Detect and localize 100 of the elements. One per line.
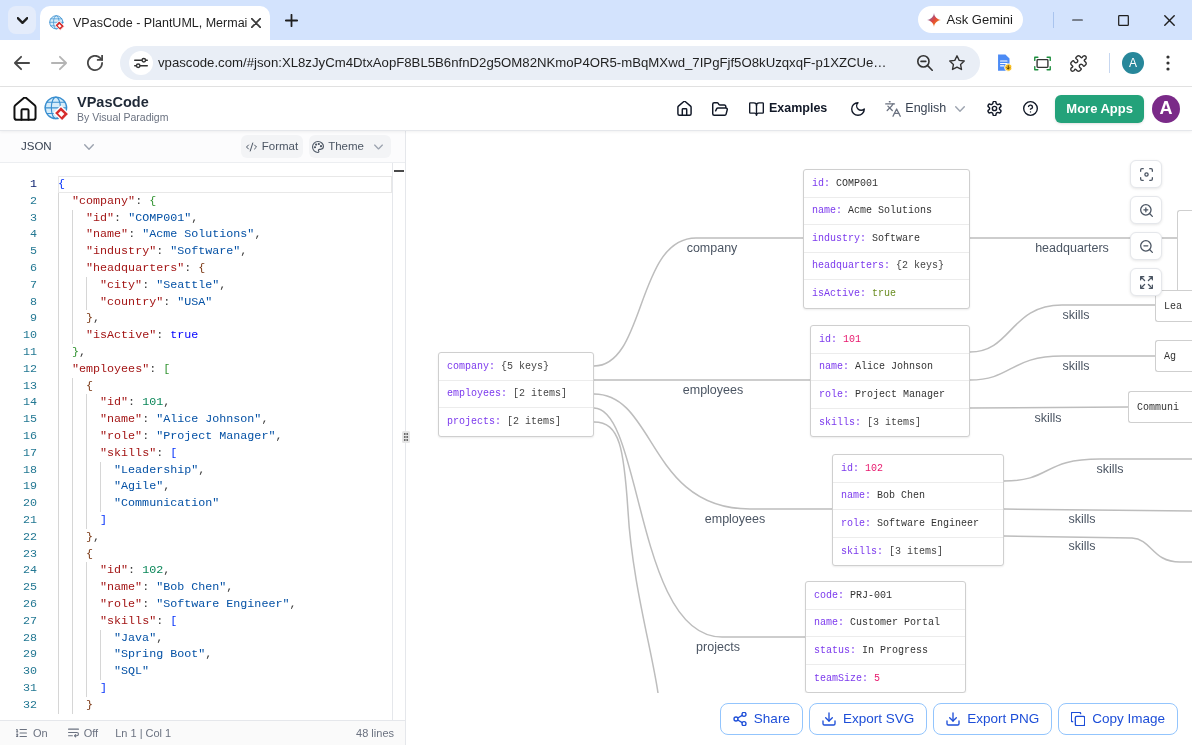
value-node: Lea	[1155, 290, 1192, 322]
line-count: 48 lines	[356, 725, 394, 741]
node-field: code: PRJ-001	[806, 582, 965, 610]
close-icon[interactable]	[1163, 14, 1175, 26]
minimize-icon[interactable]	[1071, 19, 1083, 21]
line-number: 7	[30, 276, 37, 294]
home-icon[interactable]	[676, 101, 692, 116]
node-field: name: Customer Portal	[806, 609, 965, 637]
node-field: isActive: true	[804, 280, 969, 308]
ask-gemini-button[interactable]: Ask Gemini	[917, 6, 1023, 33]
screen-capture-icon[interactable]	[1034, 55, 1051, 71]
chevron-down-icon	[16, 16, 28, 24]
wrap-icon	[67, 728, 79, 738]
book-icon	[748, 101, 764, 116]
line-number: 5	[30, 243, 37, 260]
format-button[interactable]: Format	[240, 135, 304, 158]
code-line: {	[58, 377, 392, 395]
node-field: industry: Software	[804, 225, 969, 253]
line-numbers-toggle[interactable]: On	[16, 724, 48, 742]
document-icon[interactable]	[997, 54, 1013, 72]
edge-label: headquarters	[1035, 239, 1109, 257]
edge-label: employees	[682, 381, 744, 399]
maximize-icon[interactable]	[1117, 14, 1129, 26]
code-line: "skills": [	[58, 612, 392, 630]
line-number: 20	[22, 495, 37, 512]
zoom-out-button[interactable]	[1130, 232, 1162, 260]
line-number: 3	[30, 209, 37, 227]
copy-image-button[interactable]: Copy Image	[1058, 703, 1178, 735]
node-field: name: Acme Solutions	[804, 197, 969, 225]
help-icon[interactable]	[1023, 101, 1039, 116]
reload-icon[interactable]	[87, 55, 103, 71]
cursor-marker-icon	[394, 170, 404, 172]
line-number: 4	[30, 226, 37, 244]
user-avatar[interactable]: A	[1152, 94, 1180, 123]
node-field: skills: [3 items]	[833, 537, 1003, 565]
code-line: }	[58, 696, 392, 714]
code-line: "Spring Boot",	[58, 646, 392, 664]
word-wrap-toggle[interactable]: Off	[67, 724, 99, 742]
code-line: "role": "Project Manager",	[58, 427, 392, 445]
share-button[interactable]: Share	[719, 703, 803, 735]
code-line: "company": {	[58, 192, 392, 210]
line-number: 11	[22, 343, 37, 361]
chevron-down-icon	[374, 143, 383, 150]
code-line: "name": "Acme Solutions",	[58, 226, 392, 244]
node-field: headquarters: {2 keys}	[804, 252, 969, 280]
star-icon[interactable]	[949, 55, 965, 71]
export-svg-button[interactable]: Export SVG	[808, 703, 928, 735]
line-number: 30	[22, 663, 37, 680]
download-icon	[946, 712, 961, 726]
line-number: 8	[30, 293, 37, 311]
plus-icon[interactable]	[285, 14, 298, 27]
line-number: 26	[22, 595, 37, 613]
line-number: 25	[22, 579, 37, 596]
node-field: projects: [2 items]	[439, 408, 593, 436]
language-select[interactable]: English	[885, 99, 966, 118]
settings-icon[interactable]	[987, 101, 1003, 116]
line-number: 9	[30, 310, 37, 328]
folder-icon[interactable]	[711, 101, 728, 116]
line-number: 13	[22, 377, 37, 395]
line-number: 28	[22, 629, 37, 647]
sparkle-icon	[926, 12, 941, 27]
value-node: Communi	[1128, 391, 1192, 423]
address-bar[interactable]: vpascode.com/#json:XL8zJyCm4DtxAopF8BL5B6nfnD2g5OM82NKmoP4OR5-mBqMXwd_7IPgFjf5O8kUzqxqF-p1XZCUe…	[120, 46, 980, 80]
code-line: "id": 101,	[58, 394, 392, 412]
app-title: VPasCode	[77, 93, 150, 111]
magnifier-icon[interactable]	[917, 55, 933, 71]
browser-tab[interactable]: VPasCode - PlantUML, Mermai	[40, 6, 270, 40]
tab-search-button[interactable]	[8, 6, 36, 34]
code-line: "isActive": true	[58, 327, 392, 344]
examples-button[interactable]: Examples	[748, 99, 828, 118]
palette-icon	[312, 140, 325, 153]
code-line: ]	[58, 511, 392, 529]
line-number: 1	[30, 176, 37, 193]
format-select[interactable]: JSON	[12, 137, 100, 156]
close-icon[interactable]	[251, 18, 261, 28]
more-icon[interactable]	[1166, 55, 1170, 71]
fullscreen-button[interactable]	[1130, 268, 1162, 296]
node-field: role: Software Engineer	[833, 510, 1003, 538]
code-line: "name": "Bob Chen",	[58, 579, 392, 596]
drag-handle-icon[interactable]	[402, 431, 410, 443]
line-number: 10	[22, 327, 37, 344]
moon-icon[interactable]	[851, 101, 866, 116]
fit-view-button[interactable]	[1130, 160, 1162, 188]
line-number: 12	[22, 360, 37, 378]
code-line: "Java",	[58, 629, 392, 647]
zoom-in-button[interactable]	[1130, 196, 1162, 224]
edge-label: skills	[1062, 357, 1090, 375]
node-field: id: COMP001	[804, 170, 969, 198]
puzzle-icon[interactable]	[1070, 54, 1087, 72]
export-png-button[interactable]: Export PNG	[933, 703, 1053, 735]
node-field: role: Project Manager	[811, 381, 969, 409]
site-info-button[interactable]	[129, 51, 153, 75]
back-icon[interactable]	[14, 55, 30, 71]
node-field: id: 101	[811, 326, 969, 354]
focus-icon	[1139, 167, 1153, 181]
profile-avatar[interactable]: A	[1122, 52, 1144, 74]
home-icon[interactable]	[13, 96, 37, 121]
theme-button[interactable]: Theme	[309, 135, 391, 158]
node-field: id: 102	[833, 455, 1003, 483]
value-node: Ag	[1155, 340, 1192, 372]
